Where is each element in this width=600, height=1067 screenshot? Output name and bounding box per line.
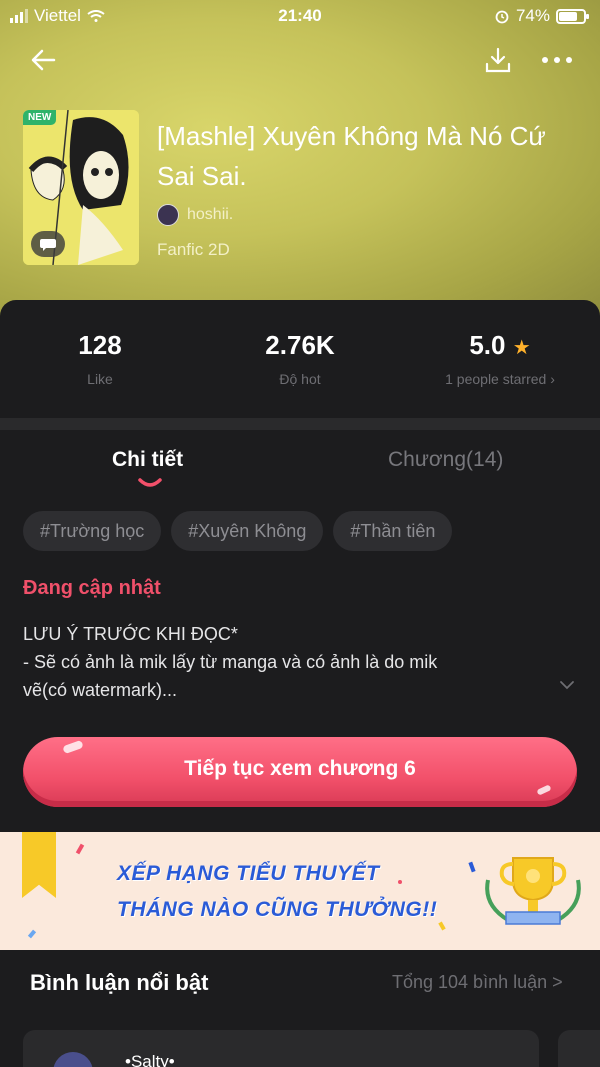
back-arrow-icon[interactable]	[28, 44, 60, 76]
continue-reading-label: Tiếp tục xem chương 6	[184, 757, 416, 780]
description-line: - Sẽ có ảnh là mik lấy từ manga và có ản…	[23, 652, 438, 672]
tab-active-indicator	[138, 478, 162, 487]
battery-icon	[556, 8, 589, 24]
battery-percent: 74%	[515, 6, 550, 25]
description-line: vẽ(có watermark)...	[23, 680, 178, 700]
continue-reading-button[interactable]: Tiếp tục xem chương 6	[23, 737, 577, 807]
hot-label: Độ hot	[279, 371, 321, 387]
download-icon[interactable]	[484, 46, 512, 74]
likes-label: Like	[87, 371, 113, 387]
section-divider	[0, 418, 600, 430]
tab-chapters[interactable]: Chương(14)	[388, 448, 503, 472]
comment-card[interactable]: •Salty•	[23, 1030, 539, 1067]
chat-bubble-icon	[31, 231, 65, 257]
battery-level	[559, 11, 577, 21]
story-description[interactable]: LƯU Ý TRƯỚC KHI ĐỌC* - Sẽ có ảnh là mik …	[23, 620, 543, 704]
rating-value: 5.0	[469, 330, 506, 360]
likes-stat: 128 Like	[0, 330, 200, 387]
comment-card[interactable]	[558, 1030, 600, 1067]
author-name: hoshii.	[187, 206, 234, 223]
tag-chip[interactable]: #Trường học	[23, 511, 162, 551]
story-title: [Mashle] Xuyên Không Mà Nó Cứ Sai Sai.	[157, 121, 546, 191]
button-shine	[62, 739, 84, 755]
likes-value: 128	[78, 330, 122, 360]
banner-title-line: THÁNG NÀO CŨNG THƯỞNG!!	[117, 898, 438, 921]
comment-avatar	[53, 1052, 93, 1067]
star-icon: ★	[512, 337, 531, 359]
story-genre: Fanfic 2D	[157, 240, 230, 259]
trophy-icon	[485, 857, 581, 925]
status-bar: Viettel 21:40 74%	[0, 0, 600, 34]
tab-details[interactable]: Chi tiết	[112, 448, 183, 472]
more-options-icon[interactable]	[540, 50, 574, 70]
description-line: LƯU Ý TRƯỚC KHI ĐỌC*	[23, 624, 238, 644]
update-status: Đang cập nhật	[23, 577, 161, 599]
stats-row: 128 Like 2.76K Độ hot 5.0 ★ 1 people sta…	[0, 300, 600, 418]
chevron-down-icon[interactable]	[558, 678, 576, 692]
hot-stat: 2.76K Độ hot	[200, 330, 400, 387]
alarm-icon	[495, 10, 509, 24]
chevron-right-icon: ›	[550, 371, 555, 387]
button-shine	[536, 784, 552, 796]
banner-title-line: XẾP HẠNG TIỂU THUYẾT	[117, 862, 380, 885]
featured-comments-title: Bình luận nổi bật	[30, 970, 209, 995]
new-badge: NEW	[23, 110, 57, 125]
author-avatar	[157, 204, 179, 226]
rating-label: 1 people starred	[445, 371, 547, 387]
comment-username: •Salty•	[125, 1052, 175, 1067]
all-comments-link[interactable]: Tổng 104 bình luận >	[392, 972, 563, 993]
tag-chip[interactable]: #Thần tiên	[333, 511, 453, 551]
author-row[interactable]: hoshii.	[157, 204, 233, 226]
rating-stat[interactable]: 5.0 ★ 1 people starred ›	[400, 330, 600, 387]
tag-chip[interactable]: #Xuyên Không	[171, 511, 324, 551]
hot-value: 2.76K	[265, 330, 335, 360]
story-cover[interactable]: NEW	[23, 110, 139, 265]
tag-list: #Trường học #Xuyên Không #Thần tiên	[23, 511, 453, 551]
